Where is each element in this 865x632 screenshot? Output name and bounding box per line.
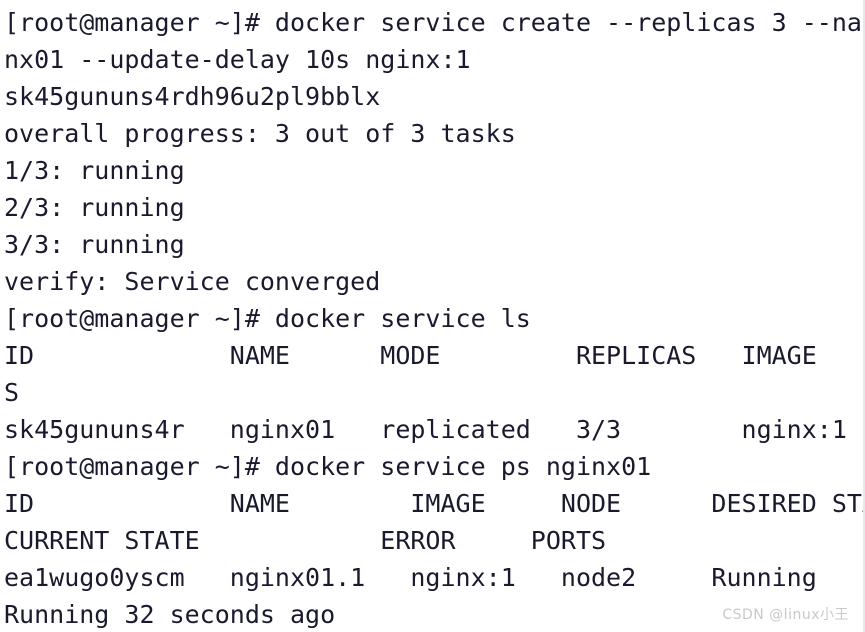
- terminal-output-area[interactable]: [root@manager ~]# docker service create …: [0, 0, 865, 632]
- terminal-line: 1/3: running: [4, 156, 185, 185]
- terminal-window[interactable]: [root@manager ~]# docker service create …: [0, 0, 865, 632]
- terminal-line: nx01 --update-delay 10s nginx:1: [4, 45, 471, 74]
- terminal-line: [root@manager ~]# docker service ps ngin…: [4, 452, 652, 481]
- terminal-table-header-wrap: CURRENT STATE ERROR PORTS: [4, 526, 607, 555]
- terminal-table-header-wrap: S: [4, 378, 20, 407]
- terminal-table-row: sk45gununs4r nginx01 replicated 3/3 ngin…: [4, 415, 847, 444]
- terminal-table-header: ID NAME IMAGE NODE DESIRED STATE: [4, 489, 865, 518]
- terminal-line: [root@manager ~]# docker service create …: [4, 8, 865, 37]
- terminal-line: verify: Service converged: [4, 267, 381, 296]
- terminal-line: sk45gununs4rdh96u2pl9bblx: [4, 82, 381, 111]
- terminal-table-header: ID NAME MODE REPLICAS IMAGE PORT: [4, 341, 865, 370]
- terminal-table-row: ea1wugo0yscm nginx01.1 nginx:1 node2 Run…: [4, 563, 817, 592]
- terminal-line: overall progress: 3 out of 3 tasks: [4, 119, 516, 148]
- terminal-line: 3/3: running: [4, 230, 185, 259]
- terminal-line: 2/3: running: [4, 193, 185, 222]
- csdn-watermark: CSDN @linux小王: [722, 607, 849, 623]
- terminal-line: [root@manager ~]# docker service ls: [4, 304, 531, 333]
